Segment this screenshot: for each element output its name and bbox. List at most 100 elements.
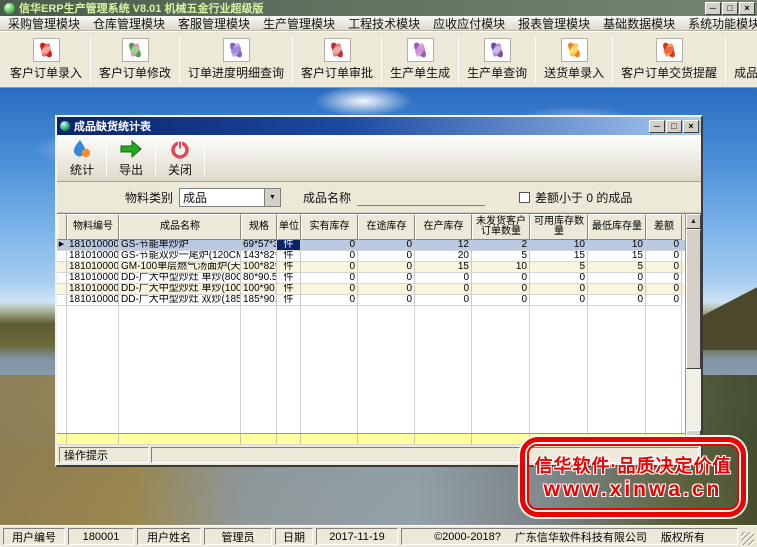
table-cell[interactable]: 1810100006 (67, 295, 119, 306)
table-row[interactable]: 1810100006DD-广大中型炒灶 双炒(185C185*90.5*件000… (57, 295, 685, 306)
export-button[interactable]: 导出 (108, 137, 154, 179)
customer-order-entry-button[interactable]: 客户订单录入 (4, 36, 88, 83)
table-cell[interactable]: 10 (588, 240, 646, 251)
menu-item[interactable]: 基础数据模块 (603, 15, 675, 32)
delivery-reminder-button[interactable]: 客户订单交货提醒 (615, 36, 723, 83)
table-cell[interactable]: 0 (472, 273, 530, 284)
table-row[interactable]: 1810100005DD-广大中型炒灶 单炒(100C100*90.5*件000… (57, 284, 685, 295)
table-row[interactable]: 1810100003GM-100单层燃气汤面炉(天然气100*82*50件001… (57, 262, 685, 273)
table-cell[interactable]: 件 (277, 295, 301, 306)
table-cell[interactable]: 1810100005 (67, 284, 119, 295)
table-cell[interactable]: 0 (530, 284, 588, 295)
column-header[interactable]: 实有库存 (301, 214, 358, 240)
table-cell[interactable]: 0 (472, 295, 530, 306)
customer-order-approve-button[interactable]: 客户订单审批 (295, 36, 379, 83)
table-cell[interactable]: 15 (530, 251, 588, 262)
menu-item[interactable]: 采购管理模块 (8, 15, 80, 32)
column-header[interactable]: 可用库存数量 (530, 214, 588, 240)
table-cell[interactable]: 0 (301, 295, 358, 306)
production-order-query-button[interactable]: 生产单查询 (461, 36, 533, 83)
maximize-button[interactable]: □ (722, 2, 738, 15)
production-order-create-button[interactable]: 生产单生成 (384, 36, 456, 83)
close-window-button[interactable]: 关闭 (157, 137, 203, 179)
column-header[interactable]: 物料编号 (67, 214, 119, 240)
stat-button[interactable]: 统计 (59, 137, 105, 179)
delivery-note-entry-button[interactable]: 送货单录入 (538, 36, 610, 83)
table-cell[interactable]: 1810100003 (67, 262, 119, 273)
scrollbar-thumb[interactable] (686, 229, 701, 369)
customer-order-edit-button[interactable]: 客户订单修改 (93, 36, 177, 83)
table-cell[interactable]: 0 (415, 284, 472, 295)
menu-item[interactable]: 客服管理模块 (178, 15, 250, 32)
table-cell[interactable]: 0 (301, 240, 358, 251)
table-cell[interactable]: 0 (646, 273, 682, 284)
diff-filter-checkbox[interactable] (519, 192, 530, 203)
table-cell[interactable]: 0 (358, 295, 415, 306)
table-cell[interactable]: 0 (530, 273, 588, 284)
table-cell[interactable]: 100*90.5* (241, 284, 277, 295)
inner-titlebar[interactable]: 成品缺货统计表 ─ □ × (57, 117, 701, 135)
table-cell[interactable]: 10 (530, 240, 588, 251)
table-cell[interactable]: 0 (301, 251, 358, 262)
table-cell[interactable]: 0 (588, 273, 646, 284)
chevron-down-icon[interactable]: ▼ (264, 189, 280, 206)
table-cell[interactable]: 15 (588, 251, 646, 262)
table-cell[interactable]: 0 (358, 262, 415, 273)
table-cell[interactable]: 0 (415, 273, 472, 284)
table-cell[interactable]: GS-节能双炒一尾炉(120CM) (119, 251, 241, 262)
inner-close-button[interactable]: × (683, 120, 699, 133)
column-header[interactable]: 在产库存 (415, 214, 472, 240)
table-row[interactable]: 1810100004DD-广大中型炒灶 单炒(80CM)80*90.5*4件00… (57, 273, 685, 284)
table-cell[interactable]: 1810100004 (67, 273, 119, 284)
menu-item[interactable]: 生产管理模块 (263, 15, 335, 32)
table-cell[interactable]: GS-节能单炒炉 (119, 240, 241, 251)
table-cell[interactable]: 件 (277, 251, 301, 262)
column-header[interactable]: 单位 (277, 214, 301, 240)
table-cell[interactable]: 0 (358, 273, 415, 284)
scrollbar-track[interactable] (686, 369, 701, 430)
column-header[interactable]: 差额 (646, 214, 682, 240)
resize-grip-icon[interactable] (741, 532, 754, 545)
order-progress-query-button[interactable]: 订单进度明细查询 (182, 36, 290, 83)
table-cell[interactable]: GM-100单层燃气汤面炉(天然气 (119, 262, 241, 273)
table-cell[interactable]: DD-广大中型炒灶 双炒(185C (119, 295, 241, 306)
table-cell[interactable]: 0 (472, 284, 530, 295)
table-cell[interactable]: 0 (646, 251, 682, 262)
product-name-input[interactable] (357, 189, 485, 206)
table-cell[interactable]: 0 (646, 284, 682, 295)
table-cell[interactable]: 件 (277, 262, 301, 273)
table-cell[interactable]: 件 (277, 240, 301, 251)
shortage-report-button[interactable]: 成品缺货统计表 (728, 36, 757, 83)
table-cell[interactable]: 0 (358, 284, 415, 295)
table-cell[interactable]: 0 (646, 295, 682, 306)
table-cell[interactable]: 0 (530, 295, 588, 306)
column-header[interactable]: 未发货客户订单数量 (472, 214, 530, 240)
table-row[interactable]: 1810100002GS-节能双炒一尾炉(120CM)143*82*40件002… (57, 251, 685, 262)
column-header[interactable]: 规格 (241, 214, 277, 240)
table-cell[interactable]: 12 (415, 240, 472, 251)
table-cell[interactable]: 100*82*50 (241, 262, 277, 273)
table-cell[interactable]: 0 (646, 240, 682, 251)
table-cell[interactable]: 2 (472, 240, 530, 251)
table-cell[interactable]: 0 (301, 262, 358, 273)
table-cell[interactable]: 5 (472, 251, 530, 262)
table-cell[interactable]: 0 (301, 273, 358, 284)
close-button[interactable]: × (739, 2, 755, 15)
scroll-up-icon[interactable]: ▲ (686, 214, 701, 229)
minimize-button[interactable]: ─ (705, 2, 721, 15)
menu-item[interactable]: 工程技术模块 (348, 15, 420, 32)
material-category-select[interactable]: 成品 ▼ (179, 188, 281, 207)
menu-item[interactable]: 仓库管理模块 (93, 15, 165, 32)
table-cell[interactable]: 5 (530, 262, 588, 273)
table-cell[interactable]: 0 (301, 284, 358, 295)
table-cell[interactable]: 20 (415, 251, 472, 262)
table-cell[interactable]: 0 (415, 295, 472, 306)
menu-item[interactable]: 系统功能模块 (688, 15, 757, 32)
inner-maximize-button[interactable]: □ (666, 120, 682, 133)
table-cell[interactable]: 15 (415, 262, 472, 273)
table-cell[interactable]: DD-广大中型炒灶 单炒(80CM) (119, 273, 241, 284)
table-cell[interactable]: DD-广大中型炒灶 单炒(100C (119, 284, 241, 295)
table-cell[interactable]: 0 (646, 262, 682, 273)
menu-item[interactable]: 报表管理模块 (518, 15, 590, 32)
table-cell[interactable]: 143*82*40 (241, 251, 277, 262)
